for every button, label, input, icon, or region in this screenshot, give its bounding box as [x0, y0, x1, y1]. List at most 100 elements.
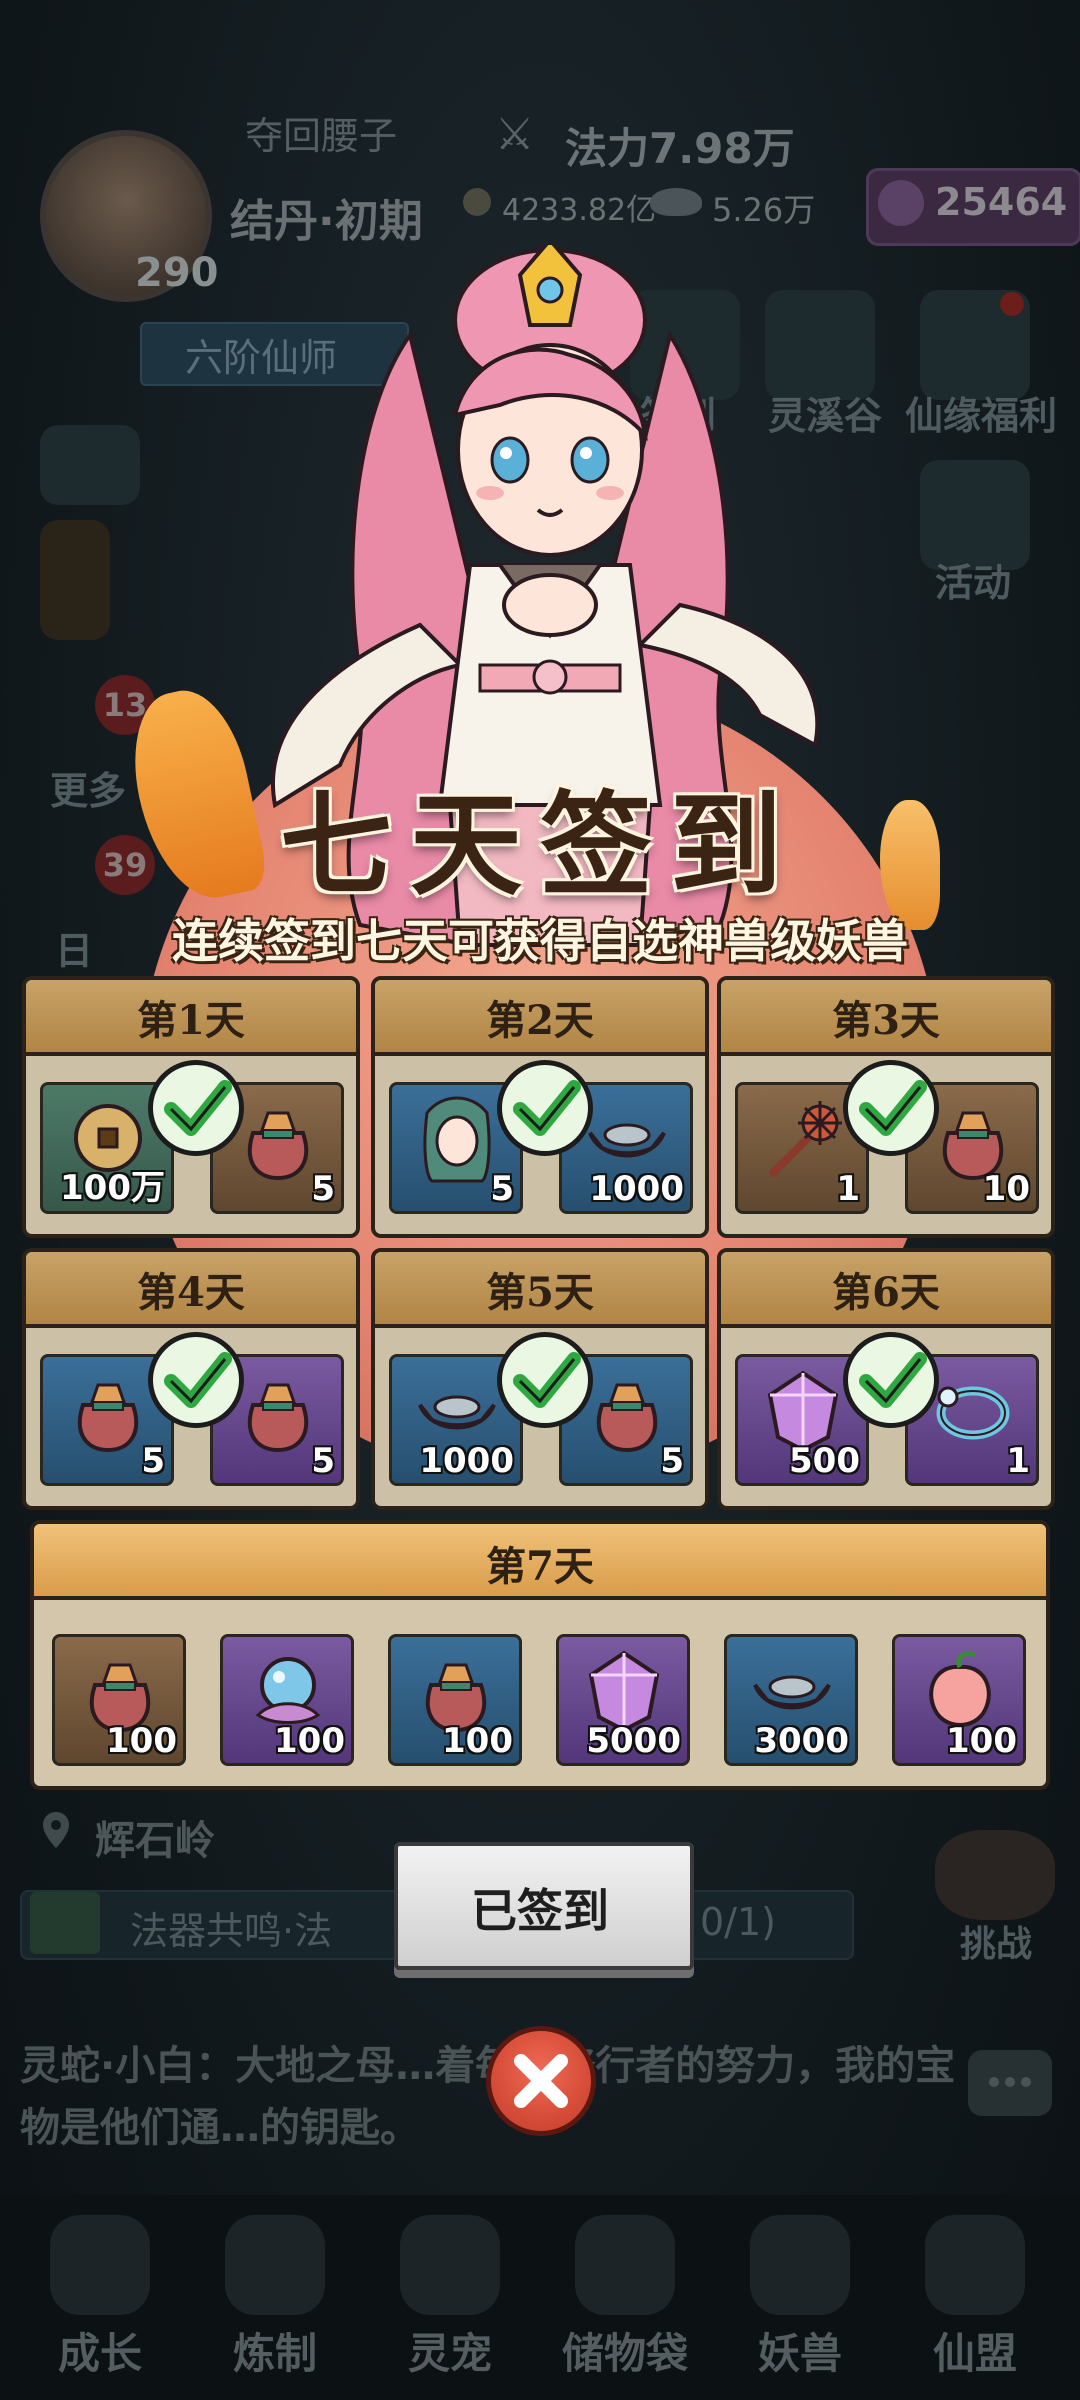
day-card-2[interactable]: 第2天 5 1000	[371, 976, 709, 1238]
silver-ingot-icon	[650, 188, 702, 216]
day-title: 第4天	[137, 1269, 245, 1316]
day-card-3[interactable]: 第3天 1 10	[717, 976, 1055, 1238]
reward-quantity: 100	[106, 1721, 177, 1761]
quest-artifact-icon	[30, 1892, 100, 1954]
side-label-more[interactable]: 更多	[50, 760, 126, 815]
day-card-5[interactable]: 第5天 1000 5	[371, 1248, 709, 1510]
nav-beast[interactable]: 妖兽	[725, 2215, 875, 2385]
player-name: 夺回腰子	[245, 114, 398, 158]
side-label-event: 活动	[935, 561, 1012, 605]
lantern-icon	[40, 520, 110, 640]
day-card-6[interactable]: 第6天 500 1	[717, 1248, 1055, 1510]
copper-coin-icon	[463, 188, 491, 216]
day7-reward-item[interactable]: 100	[220, 1634, 354, 1766]
day7-title: 第7天	[486, 1543, 594, 1590]
player-realm: 结丹·初期	[230, 196, 423, 247]
pet-icon	[400, 2215, 500, 2315]
reward-quantity: 5	[311, 1441, 335, 1481]
spiked-mace-icon	[758, 1093, 848, 1187]
reward-quantity: 5	[141, 1441, 165, 1481]
reward-quantity: 5	[311, 1169, 335, 1209]
reward-quantity: 100	[274, 1721, 345, 1761]
treasure-bag-icon	[233, 1093, 323, 1187]
reward-quantity: 1	[1006, 1441, 1030, 1481]
companion-portrait-icon	[412, 1093, 502, 1187]
power-value: 法力7.98万	[565, 124, 795, 173]
reward-quantity: 500	[789, 1441, 860, 1481]
notification-dot	[1000, 292, 1024, 316]
day7-reward-item[interactable]: 5000	[556, 1634, 690, 1766]
day-title: 第2天	[486, 997, 594, 1044]
silver-amount: 5.26万	[712, 191, 816, 229]
claimed-check-icon	[843, 1060, 939, 1156]
jade-amount: 25464	[935, 180, 1068, 224]
day7-reward-item[interactable]: 100	[388, 1634, 522, 1766]
nav-label: 储物袋	[561, 2329, 688, 2378]
reward-quantity: 5000	[586, 1721, 681, 1761]
reward-quantity: 10	[982, 1169, 1030, 1209]
nav-label: 妖兽	[757, 2329, 842, 2378]
nav-pet[interactable]: 灵宠	[375, 2215, 525, 2385]
alliance-icon	[925, 2215, 1025, 2315]
reward-quantity: 1000	[589, 1169, 684, 1209]
challenge-icon[interactable]	[935, 1830, 1055, 1920]
reward-quantity: 100	[946, 1721, 1017, 1761]
modal-title: 七天签到	[280, 780, 800, 911]
quest-progress: 0/1)	[700, 1900, 776, 1944]
challenge-label[interactable]: 挑战	[960, 1915, 1032, 1967]
reward-quantity: 100	[442, 1721, 513, 1761]
treasure-bag-icon	[233, 1365, 323, 1459]
growth-icon	[50, 2215, 150, 2315]
nav-growth[interactable]: 成长	[25, 2215, 175, 2385]
day7-reward-item[interactable]: 100	[52, 1634, 186, 1766]
claimed-check-icon	[497, 1060, 593, 1156]
crossed-swords-icon: ⚔	[495, 109, 535, 160]
reward-quantity: 3000	[754, 1721, 849, 1761]
copper-amount: 4233.82亿	[502, 193, 657, 228]
day-badge: 39	[95, 835, 155, 895]
day-card-4[interactable]: 第4天 5 5	[22, 1248, 360, 1510]
day-title: 第6天	[832, 1269, 940, 1316]
day-title: 第1天	[137, 997, 245, 1044]
nav-label: 炼制	[232, 2329, 317, 2378]
claimed-check-icon	[148, 1060, 244, 1156]
bag-icon	[575, 2215, 675, 2315]
player-level: 290	[135, 250, 219, 296]
quest-text: 法器共鸣·法	[130, 1909, 333, 1953]
forge-icon	[225, 2215, 325, 2315]
nav-bag[interactable]: 储物袋	[550, 2215, 700, 2385]
claimed-check-icon	[497, 1332, 593, 1428]
jade-gem-icon	[878, 180, 924, 226]
day-card-1[interactable]: 第1天 100万 5	[22, 976, 360, 1238]
reward-quantity: 100万	[60, 1168, 165, 1208]
treasure-bag-icon	[63, 1365, 153, 1459]
nav-label: 仙盟	[932, 2329, 1017, 2378]
reward-quantity: 5	[660, 1441, 684, 1481]
day7-card[interactable]: 第7天 100 100 100 5000 3000 100	[30, 1520, 1050, 1790]
side-label-welfare: 仙缘福利	[905, 394, 1058, 438]
nav-refine[interactable]: 炼制	[200, 2215, 350, 2385]
reward-quantity: 1	[836, 1169, 860, 1209]
nav-label: 灵宠	[407, 2329, 492, 2378]
close-icon	[514, 2054, 568, 2108]
bracelet-icon	[928, 1365, 1018, 1459]
claimed-check-icon	[843, 1332, 939, 1428]
beast-icon	[750, 2215, 850, 2315]
nav-label: 成长	[57, 2329, 142, 2378]
location-pin-icon	[43, 1812, 69, 1848]
day7-reward-item[interactable]: 3000	[724, 1634, 858, 1766]
modal-subtitle: 连续签到七天可获得自选神兽级妖兽	[172, 914, 908, 968]
scroll-icon[interactable]	[40, 425, 140, 505]
treasure-bag-icon	[582, 1365, 672, 1459]
reward-quantity: 1000	[419, 1441, 514, 1481]
day-title: 第3天	[832, 997, 940, 1044]
reward-quantity: 5	[490, 1169, 514, 1209]
close-button[interactable]	[486, 2026, 596, 2136]
day7-reward-item[interactable]: 100	[892, 1634, 1026, 1766]
signed-in-label: 已签到	[471, 1884, 609, 1938]
claimed-check-icon	[148, 1332, 244, 1428]
nav-alliance[interactable]: 仙盟	[900, 2215, 1050, 2385]
day-title: 第5天	[486, 1269, 594, 1316]
location-name: 辉石岭	[95, 1818, 215, 1864]
chat-bubble-icon[interactable]	[968, 2050, 1052, 2116]
